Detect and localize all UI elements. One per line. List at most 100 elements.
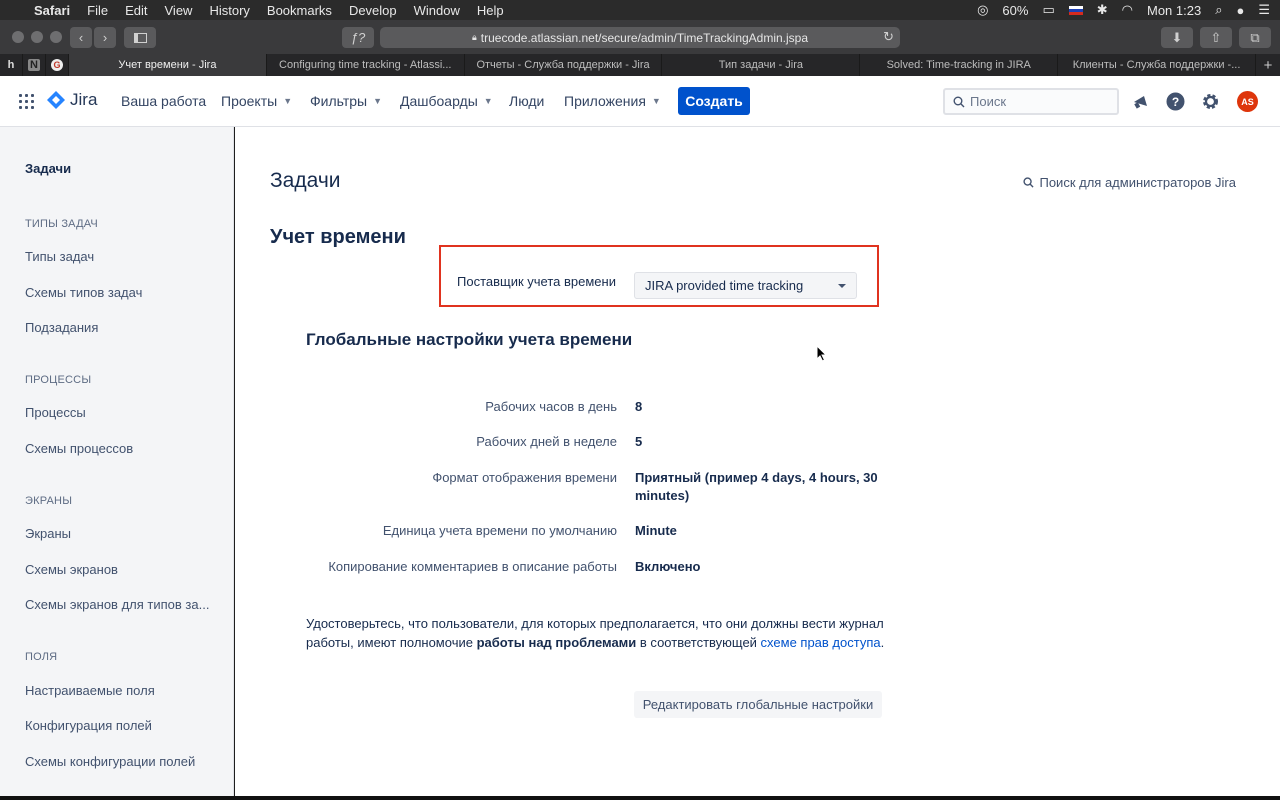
admin-search-link[interactable]: Поиск для администраторов Jira [1023,175,1236,190]
menu-develop[interactable]: Develop [349,3,397,18]
settings-button[interactable] [1200,91,1220,111]
tab-configuring[interactable]: Configuring time tracking - Atlassi... [267,54,465,76]
menu-history[interactable]: History [209,3,249,18]
sidebar-group-screens: ЭКРАНЫ [25,495,73,507]
nav-apps-label: Приложения [564,93,646,109]
sidebar-item-screens[interactable]: Экраны [25,526,220,541]
jira-logo[interactable]: Jira [46,90,97,110]
edit-global-settings-button[interactable]: Редактировать глобальные настройки [634,691,882,718]
sidebar-toggle-button[interactable] [124,27,156,48]
pinned-tab-h[interactable]: h [0,54,23,76]
sidebar-title[interactable]: Задачи [25,161,220,176]
create-button[interactable]: Создать [678,87,750,115]
sidebar-item-custom-fields[interactable]: Настраиваемые поля [25,683,220,698]
battery-icon[interactable]: ▭ [1042,2,1054,18]
tab-time-tracking[interactable]: Учет времени - Jira [69,54,267,76]
menu-file[interactable]: File [87,3,108,18]
permission-scheme-link[interactable]: схеме прав доступа [761,635,881,650]
global-settings-title: Глобальные настройки учета времени [306,330,633,349]
svg-text:?: ? [1171,95,1178,109]
pinned-tab-label: G [51,59,63,71]
setting-value-format: Приятный (пример 4 days, 4 hours, 30 min… [635,470,878,503]
spotlight-icon[interactable]: ⌕ [1215,2,1222,18]
menu-view[interactable]: View [165,3,193,18]
address-bar[interactable]: 🔒︎ truecode.atlassian.net/secure/admin/T… [380,27,900,48]
menu-edit[interactable]: Edit [125,3,147,18]
sidebar-item-field-configurations[interactable]: Конфигурация полей [25,718,220,733]
nav-your-work[interactable]: Ваша работа [121,93,206,109]
notification-center-icon[interactable]: ☰ [1258,2,1270,18]
pinned-tab-label: N [28,59,40,71]
nav-people[interactable]: Люди [509,93,544,109]
pinned-tab-notion[interactable]: N [23,54,46,76]
avatar[interactable]: AS [1237,91,1258,112]
minimize-window-icon[interactable] [31,31,43,43]
close-window-icon[interactable] [12,31,24,43]
sidebar-item-field-configuration-schemes[interactable]: Схемы конфигурации полей [25,754,220,769]
sidebar-item-subtasks[interactable]: Подзадания [25,320,220,335]
chevron-down-icon: ▼ [373,96,383,106]
setting-label-format: Формат отображения времени [432,470,617,485]
nav-apps[interactable]: Приложения ▼ [564,93,661,109]
app-switcher-icon[interactable] [19,94,34,109]
setting-label-default-unit: Единица учета времени по умолчанию [382,523,617,538]
sidebar-item-workflows[interactable]: Процессы [25,405,220,420]
help-button[interactable]: ? [1165,91,1185,111]
battery-percent[interactable]: 60% [1002,3,1028,18]
url-text: truecode.atlassian.net/secure/admin/Time… [480,30,809,45]
forward-button[interactable]: › [94,27,116,48]
main-content: Задачи Поиск для администраторов Jira Уч… [235,127,1280,796]
menu-bookmarks[interactable]: Bookmarks [267,3,332,18]
sidebar-item-screen-schemes[interactable]: Схемы экранов [25,562,220,577]
share-button[interactable]: ⇧ [1200,27,1232,48]
tabs-icon: ⧉ [1250,29,1260,45]
page-title: Задачи [270,169,341,192]
tab-reports[interactable]: Отчеты - Служба поддержки - Jira [465,54,663,76]
downloads-button[interactable]: ⬇ [1161,27,1193,48]
nav-filters[interactable]: Фильтры ▼ [310,93,382,109]
mouse-cursor-icon [816,345,828,362]
pinned-tab-g[interactable]: G [46,54,69,76]
sidebar-item-workflow-schemes[interactable]: Схемы процессов [25,441,220,456]
tab-clients[interactable]: Клиенты - Служба поддержки -... [1058,54,1256,76]
setting-label-days: Рабочих дней в неделе [476,434,617,449]
setting-label-hours: Рабочих часов в день [485,399,617,414]
new-tab-button[interactable]: + [1256,54,1280,76]
search-field[interactable] [943,88,1119,115]
airplay-icon[interactable]: ◎ [977,2,988,18]
sidebar-item-issue-type-schemes[interactable]: Схемы типов задач [25,285,220,300]
gear-icon [1202,93,1218,109]
wifi-icon[interactable]: ◠ [1122,2,1133,18]
zoom-window-icon[interactable] [50,31,62,43]
sidebar-item-issue-types[interactable]: Типы задач [25,249,220,264]
bluetooth-icon[interactable]: ✱ [1097,2,1108,18]
function-icon: ƒ? [350,30,366,45]
setting-value-days: 5 [635,434,643,449]
tab-issue-type[interactable]: Тип задачи - Jira [662,54,861,76]
clock[interactable]: Mon 1:23 [1147,3,1201,18]
menu-app-name[interactable]: Safari [34,3,70,18]
macos-menubar: Safari File Edit View History Bookmarks … [0,0,1280,20]
search-icon [953,96,965,107]
jira-header: Jira Ваша работа Проекты ▼ Фильтры ▼ Дашбо… [0,76,1280,127]
nav-projects[interactable]: Проекты ▼ [221,93,292,109]
menu-help[interactable]: Help [477,3,504,18]
flag-icon[interactable] [1068,5,1083,15]
sidebar-item-issue-type-screen-schemes[interactable]: Схемы экранов для типов за... [25,597,220,612]
notifications-button[interactable] [1130,91,1150,111]
reload-icon[interactable]: ↻ [883,29,894,45]
help-icon: ? [1166,92,1184,110]
tab-overview-button[interactable]: ⧉ [1239,27,1271,48]
menu-window[interactable]: Window [414,3,460,18]
back-button[interactable]: ‹ [70,27,92,48]
nav-dashboards[interactable]: Дашбоарды ▼ [400,93,493,109]
extension-button[interactable]: ƒ? [342,27,374,48]
share-icon: ⇧ [1210,29,1222,45]
search-input[interactable] [970,94,1110,109]
note-bold: работы над проблемами [476,635,637,650]
setting-value-hours: 8 [635,399,643,414]
tab-bar: h N G Учет времени - Jira Configuring ti… [0,54,1280,76]
tab-solved[interactable]: Solved: Time-tracking in JIRA [860,54,1059,76]
provider-select[interactable]: JIRA provided time tracking [634,272,857,299]
user-icon[interactable]: ● [1236,3,1244,18]
